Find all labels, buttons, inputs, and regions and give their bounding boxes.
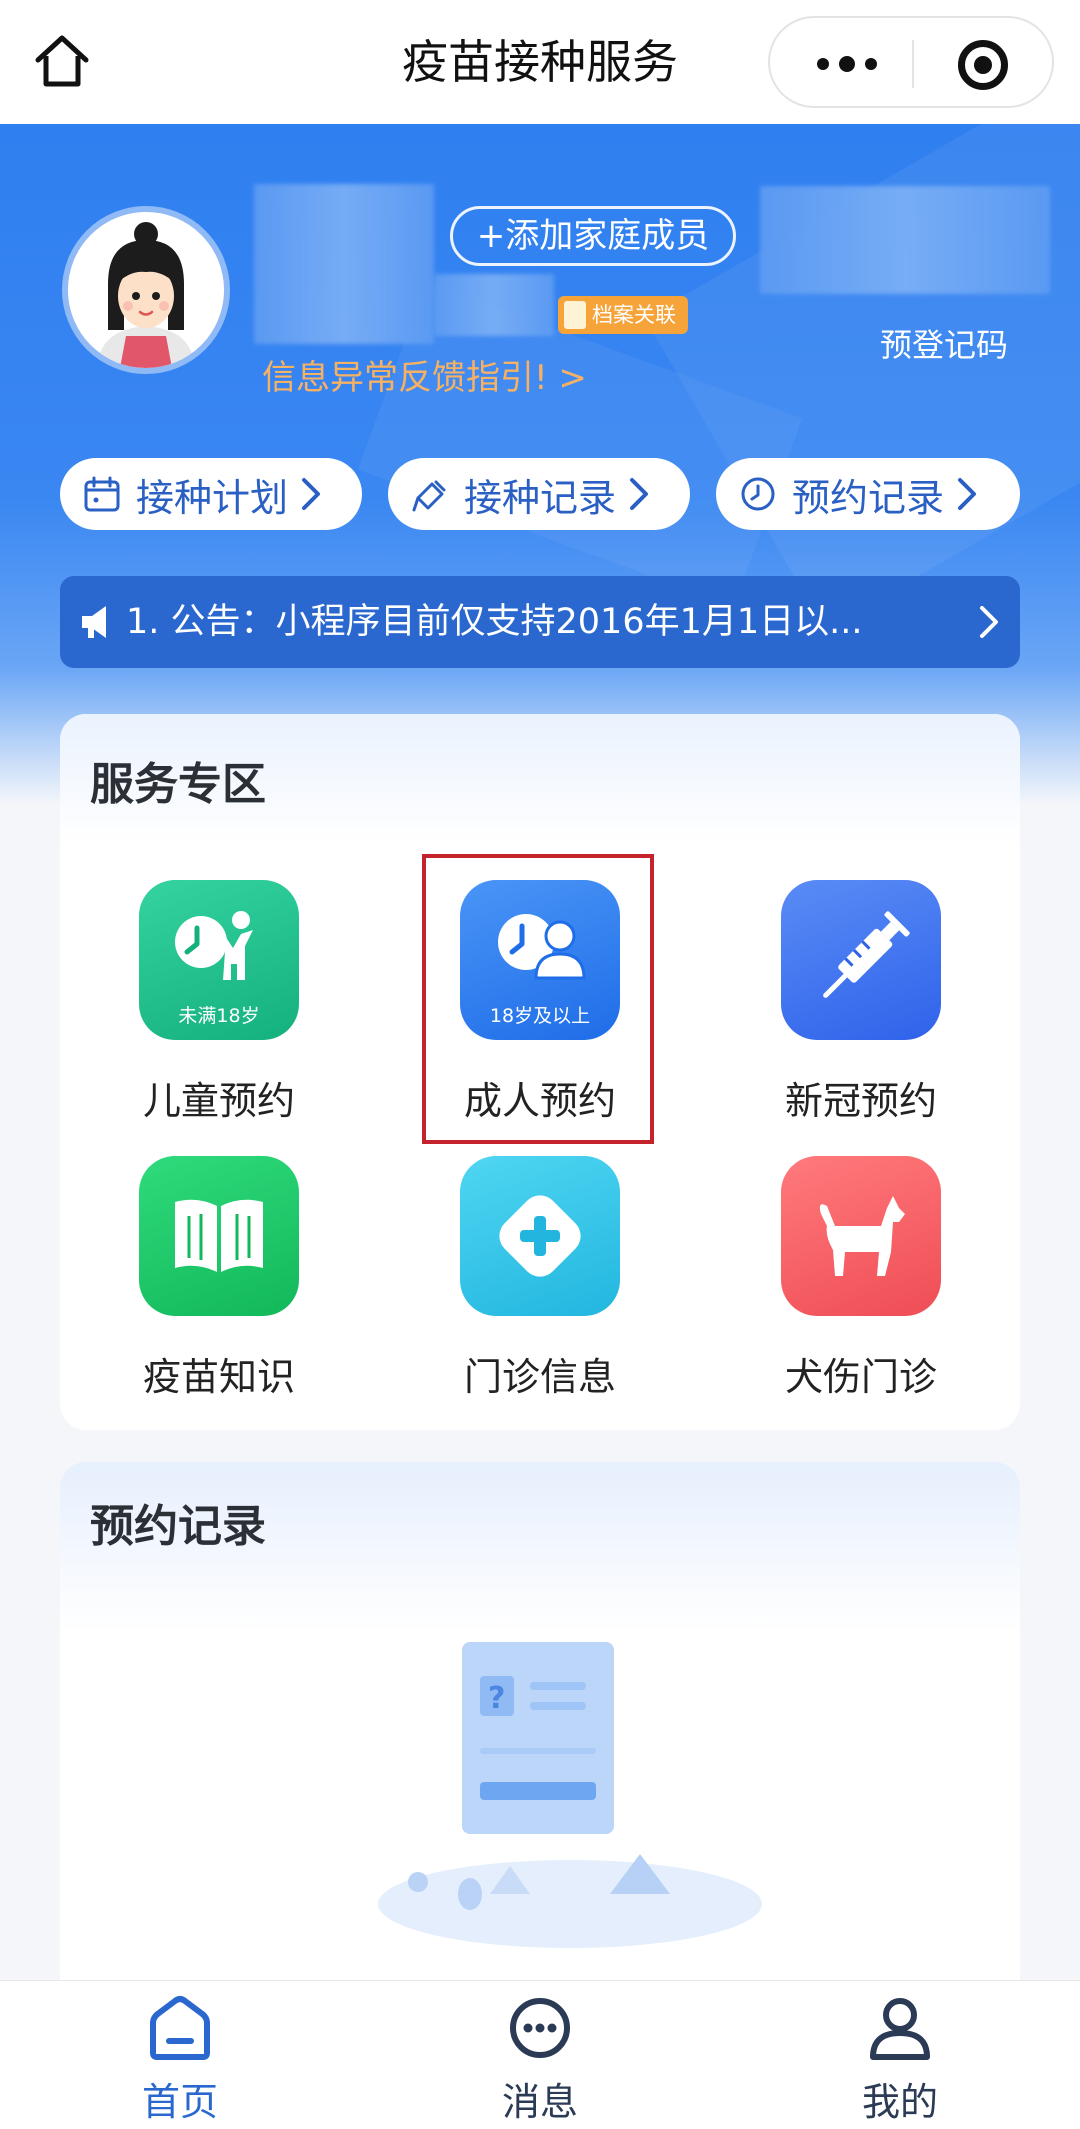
appointment-record-card: 预约记录 ? [60, 1462, 1020, 2002]
clock-icon [741, 477, 775, 511]
service-section-title: 服务专区 [90, 759, 266, 810]
avatar[interactable] [62, 206, 230, 374]
tab-messages[interactable]: 消息 [460, 1995, 620, 2126]
plus-clinic-icon [460, 1156, 620, 1316]
service-label: 儿童预约 [142, 1079, 295, 1123]
blurred-name [254, 184, 434, 344]
highlight-annotation-box [422, 854, 654, 1144]
chevron-right-icon [958, 478, 977, 510]
tab-mine[interactable]: 我的 [820, 1995, 980, 2126]
megaphone-icon [82, 606, 106, 638]
child-clock-icon: 未满18岁 [139, 880, 299, 1040]
archive-badge-label: 档案关联 [592, 303, 676, 327]
top-navbar: 疫苗接种服务 [0, 0, 1080, 124]
target-circle-icon[interactable] [958, 40, 1008, 90]
tab-label: 我的 [861, 2080, 938, 2124]
announcement-text: 1. 公告：小程序目前仅支持2016年1月1日以... [126, 602, 863, 642]
syringe-icon [781, 880, 941, 1040]
user-icon [870, 1998, 930, 2060]
book-glyph [175, 1199, 263, 1272]
profile-header: +添加家庭成员 档案关联 预登记码 信息异常反馈指引! > 接种计划 接种记录 [0, 124, 1080, 804]
quick-link-label: 预约记录 [792, 475, 945, 520]
feedback-guide-link[interactable]: 信息异常反馈指引! > [262, 350, 587, 399]
mini-program-capsule [768, 16, 1054, 108]
service-vaccine-knowledge[interactable]: 疫苗知识 [99, 1156, 339, 1401]
quick-link-vaccination-record[interactable]: 接种记录 [388, 458, 690, 530]
empty-document-icon: ? [378, 1642, 762, 1948]
service-sub-label: 未满18岁 [178, 1005, 260, 1027]
calendar-icon [84, 476, 120, 512]
service-label: 疫苗知识 [142, 1355, 295, 1399]
tab-home[interactable]: 首页 [100, 1995, 260, 2126]
tab-label: 首页 [141, 2080, 218, 2124]
service-clinic-info[interactable]: 门诊信息 [420, 1156, 660, 1401]
home-tab-icon [150, 1996, 210, 2060]
syringe-glyph [823, 911, 910, 998]
more-dots-icon[interactable] [802, 38, 892, 90]
quick-link-appointment-record[interactable]: 预约记录 [716, 458, 1020, 530]
syringe-tag-icon [412, 480, 446, 512]
dog-glyph [819, 1196, 905, 1276]
appointment-record-title: 预约记录 [90, 1501, 266, 1552]
home-icon[interactable] [30, 30, 94, 94]
girl-avatar-icon [68, 212, 224, 368]
blurred-qrcode [760, 186, 1050, 294]
service-dog-bite-clinic[interactable]: 犬伤门诊 [741, 1156, 981, 1401]
service-label: 新冠预约 [784, 1079, 937, 1123]
svg-text:?: ? [488, 1681, 505, 1716]
announcement-bar[interactable]: 1. 公告：小程序目前仅支持2016年1月1日以... [60, 576, 1020, 668]
archive-icon [564, 301, 586, 329]
precode-link[interactable]: 预登记码 [880, 320, 1008, 366]
service-child-appointment[interactable]: 未满18岁 儿童预约 [99, 880, 339, 1125]
capsule-divider [912, 40, 914, 88]
book-icon [139, 1156, 299, 1316]
tab-label: 消息 [501, 2080, 578, 2124]
quick-link-label: 接种记录 [464, 475, 617, 520]
chevron-right-icon [302, 478, 321, 510]
archive-link-badge[interactable]: 档案关联 [558, 296, 688, 334]
service-label: 犬伤门诊 [784, 1355, 937, 1399]
blurred-info [434, 274, 554, 336]
plus-clinic-glyph [499, 1195, 581, 1277]
chevron-right-icon [980, 606, 998, 638]
quick-link-label: 接种计划 [136, 475, 289, 520]
dog-icon [781, 1156, 941, 1316]
bottom-tab-bar: 首页 消息 我的 [0, 1980, 1080, 2129]
add-family-member-button[interactable]: +添加家庭成员 [450, 206, 736, 266]
service-label: 门诊信息 [463, 1355, 616, 1399]
service-covid-appointment[interactable]: 新冠预约 [741, 880, 981, 1125]
chevron-right-icon [630, 478, 649, 510]
message-icon [510, 1998, 570, 2058]
quick-link-vaccination-plan[interactable]: 接种计划 [60, 458, 362, 530]
